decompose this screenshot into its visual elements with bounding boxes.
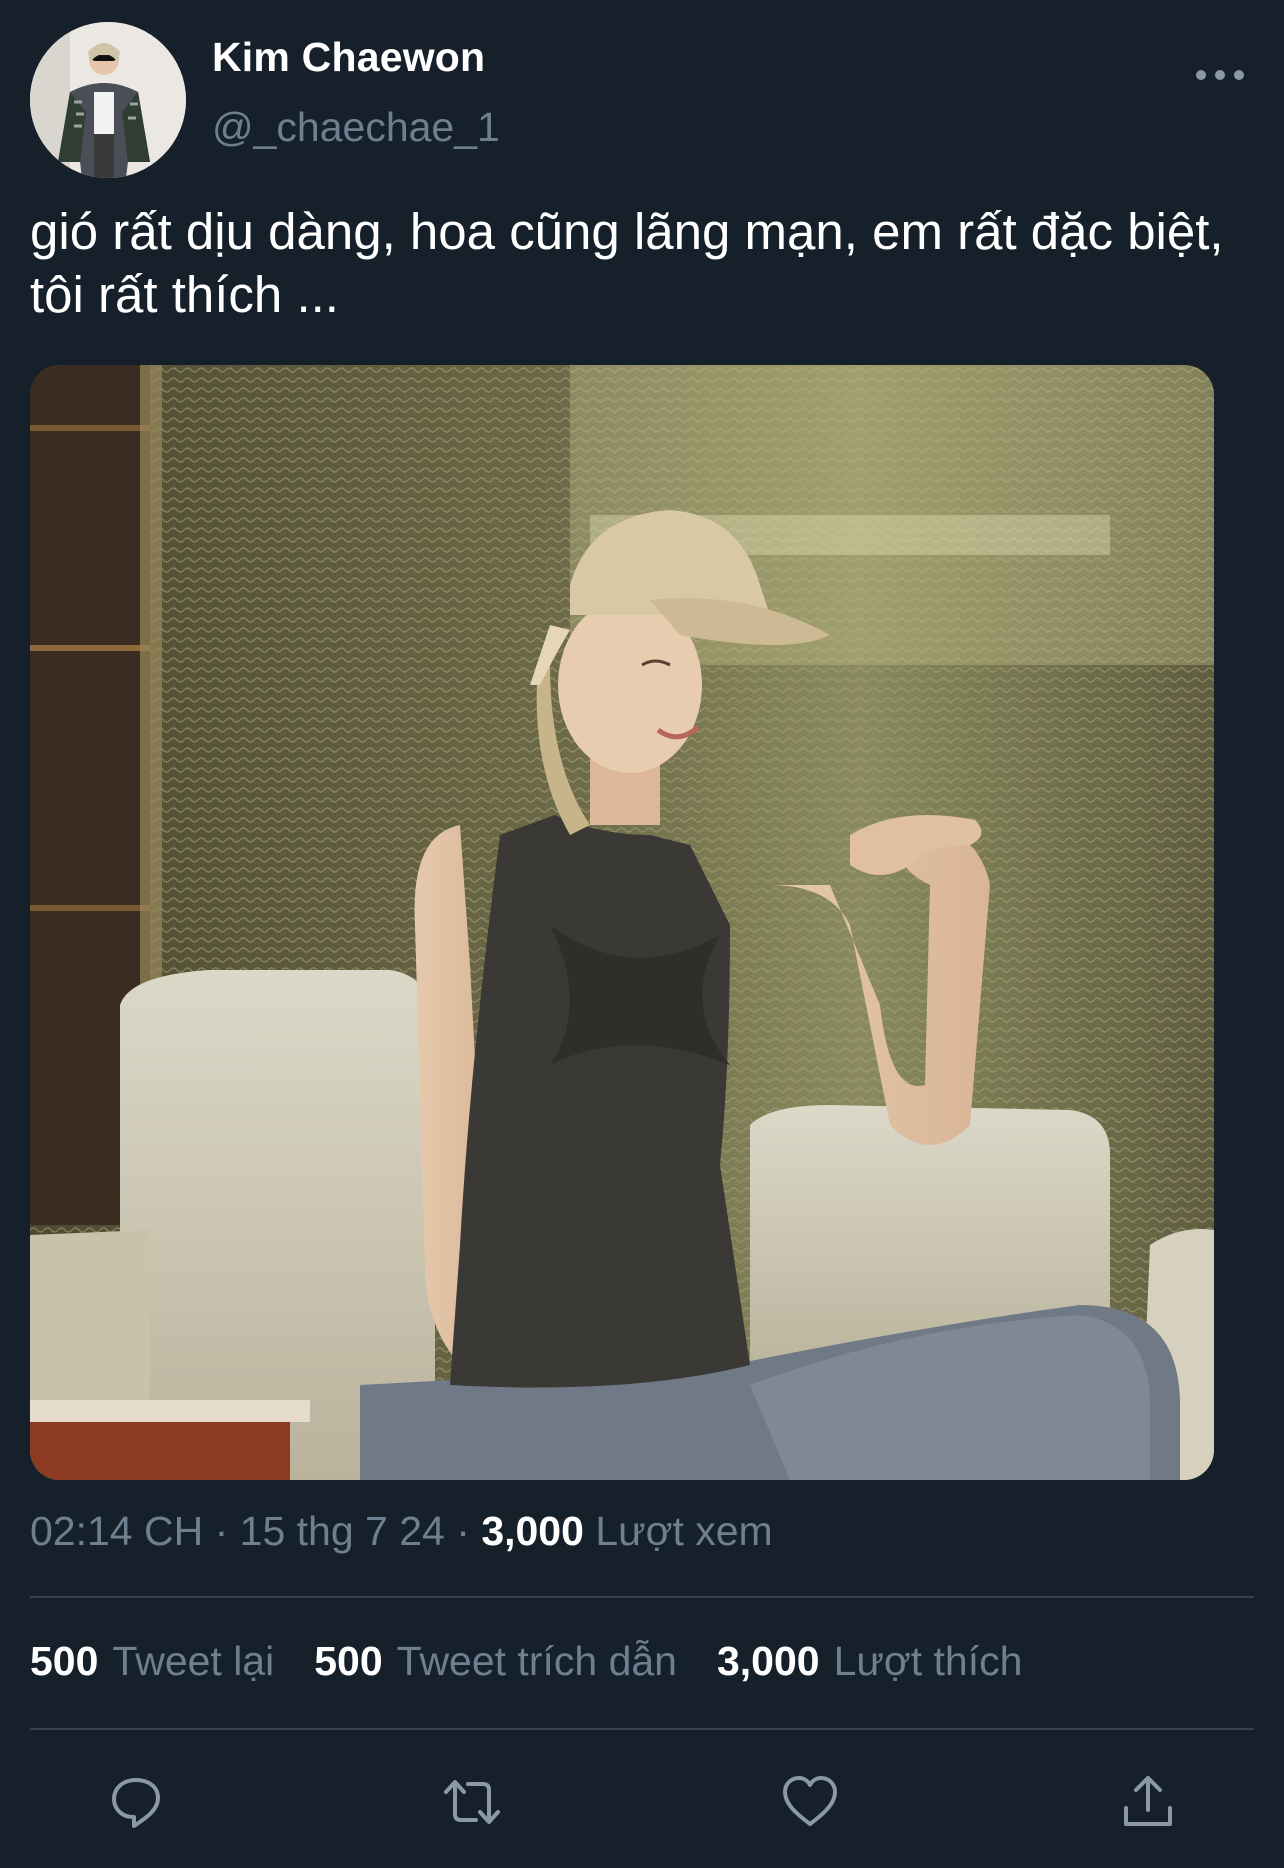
likes-stat[interactable]: 3,000 Lượt thích xyxy=(717,1638,1022,1685)
quotes-label: Tweet trích dẫn xyxy=(396,1638,677,1684)
tweet-meta: 02:14 CH · 15 thg 7 24 · 3,000 Lượt xem xyxy=(30,1508,773,1555)
more-dot xyxy=(1234,70,1244,80)
avatar-photo xyxy=(30,22,186,178)
meta-separator: · xyxy=(456,1508,482,1554)
share-button[interactable] xyxy=(1118,1772,1178,1832)
retweets-count: 500 xyxy=(30,1638,99,1684)
share-icon xyxy=(1124,1776,1172,1826)
action-bar xyxy=(0,1772,1284,1832)
retweet-button[interactable] xyxy=(442,1772,502,1832)
divider xyxy=(30,1596,1254,1598)
retweets-stat[interactable]: 500 Tweet lại xyxy=(30,1638,274,1685)
avatar[interactable] xyxy=(30,22,186,178)
views-label: Lượt xem xyxy=(595,1508,773,1554)
tweet-photo[interactable] xyxy=(30,365,1214,1480)
more-dot xyxy=(1215,70,1225,80)
tweet-detail: Kim Chaewon @_chaechae_1 gió rất dịu dàn… xyxy=(0,0,1284,1868)
tweet-text: gió rất dịu dàng, hoa cũng lãng mạn, em … xyxy=(30,203,1224,323)
retweet-icon xyxy=(444,1780,500,1824)
photo-image xyxy=(30,365,1214,1480)
heart-icon xyxy=(783,1776,837,1826)
divider xyxy=(30,1728,1254,1730)
reply-icon xyxy=(112,1778,160,1828)
meta-separator: · xyxy=(214,1508,240,1554)
more-icon[interactable] xyxy=(1196,60,1244,90)
like-button[interactable] xyxy=(780,1772,840,1832)
likes-label: Lượt thích xyxy=(833,1638,1023,1684)
quotes-stat[interactable]: 500 Tweet trích dẫn xyxy=(314,1638,677,1685)
tweet-time[interactable]: 02:14 CH xyxy=(30,1508,203,1554)
author-display-name[interactable]: Kim Chaewon xyxy=(212,34,485,81)
tweet-date[interactable]: 15 thg 7 24 xyxy=(240,1508,445,1554)
tweet-stats: 500 Tweet lại 500 Tweet trích dẫn 3,000 Lượ… xyxy=(30,1638,1062,1685)
more-dot xyxy=(1196,70,1206,80)
retweets-label: Tweet lại xyxy=(112,1638,275,1684)
quotes-count: 500 xyxy=(314,1638,383,1684)
author-handle[interactable]: @_chaechae_1 xyxy=(212,104,500,151)
reply-button[interactable] xyxy=(106,1772,166,1832)
likes-count: 3,000 xyxy=(716,1638,820,1684)
views-count: 3,000 xyxy=(481,1508,584,1554)
